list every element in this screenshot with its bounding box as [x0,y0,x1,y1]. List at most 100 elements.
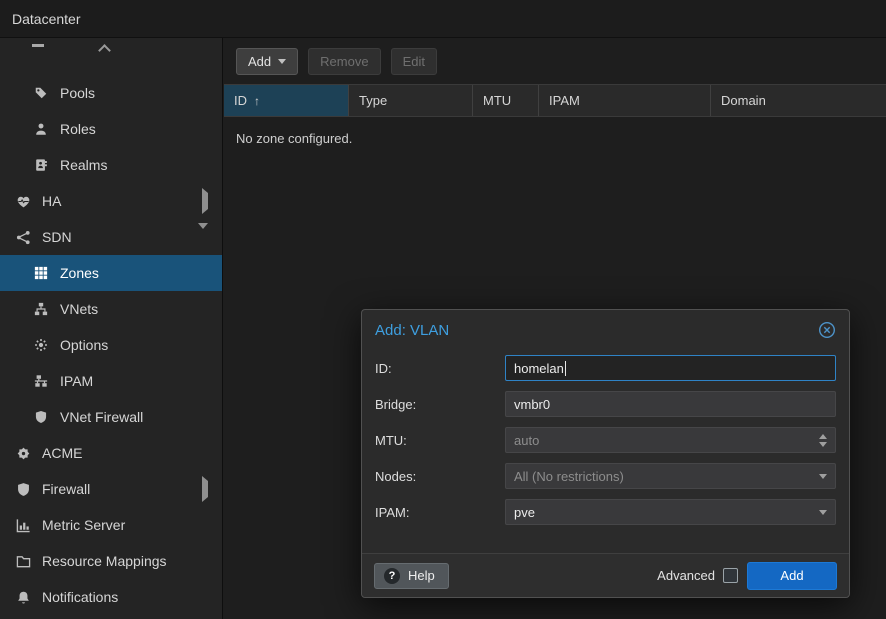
sidebar-item-ipam[interactable]: IPAM [0,363,222,399]
sidebar-item-label: Resource Mappings [42,553,167,569]
sidebar-item-label: Roles [60,121,96,137]
empty-table-message: No zone configured. [224,117,886,160]
column-header-ipam[interactable]: IPAM [539,85,711,116]
dialog-footer: ? Help Advanced Add [362,553,849,597]
sidebar-item-roles[interactable]: Roles [0,111,222,147]
sidebar-item-label: Firewall [42,481,90,497]
sidebar-item-label: Options [60,337,108,353]
folder-icon [14,554,32,569]
edit-button[interactable]: Edit [391,48,437,75]
mtu-label: MTU: [375,433,505,448]
sidebar-item-label: Pools [60,85,95,101]
shield-icon [14,482,32,497]
sidebar-item-zones[interactable]: Zones [0,255,222,291]
sidebar-item-resource-mappings[interactable]: Resource Mappings [0,543,222,579]
sidebar-item-label: VNet Firewall [60,409,143,425]
nodes-value: All (No restrictions) [514,469,624,484]
add-button-label: Add [248,54,271,69]
sidebar: Pools Roles Realms HA SDN [0,38,223,619]
close-button[interactable] [818,321,836,339]
column-header-mtu[interactable]: MTU [473,85,539,116]
column-header-id[interactable]: ID ↑ [224,85,349,116]
dialog-add-button[interactable]: Add [747,562,837,590]
form-row-nodes: Nodes: All (No restrictions) [375,463,836,489]
sidebar-item-partial[interactable] [0,38,222,75]
column-label: Domain [721,93,766,108]
sidebar-item-label: IPAM [60,373,93,389]
nodes-select[interactable]: All (No restrictions) [505,463,836,489]
zones-toolbar: Add Remove Edit [224,38,886,84]
bridge-input[interactable]: vmbr0 [505,391,836,417]
sidebar-item-options[interactable]: Options [0,327,222,363]
shield-icon [32,410,50,424]
sidebar-item-label: Metric Server [42,517,125,533]
dropdown-chevron-icon [811,510,827,515]
remove-button[interactable]: Remove [308,48,380,75]
id-input[interactable]: homelan [505,355,836,381]
heartbeat-icon [14,194,32,209]
spinner-buttons[interactable] [811,434,827,447]
network-wired-icon [32,374,50,388]
nodes-label: Nodes: [375,469,505,484]
grid-icon [32,266,50,280]
dialog-title: Add: VLAN [375,322,449,339]
sidebar-item-sdn[interactable]: SDN [0,219,222,255]
ipam-select[interactable]: pve [505,499,836,525]
bridge-label: Bridge: [375,397,505,412]
dropdown-chevron-icon [811,474,827,479]
add-button[interactable]: Add [236,48,298,75]
text-cursor [565,361,566,376]
user-icon [32,122,50,136]
mtu-spinner[interactable]: auto [505,427,836,453]
sidebar-item-label: VNets [60,301,98,317]
close-icon [818,321,836,339]
help-button-label: Help [408,568,435,583]
chevron-up-icon [98,44,111,57]
form-row-mtu: MTU: auto [375,427,836,453]
page-title: Datacenter [12,11,80,27]
mtu-value: auto [514,433,539,448]
certificate-icon [14,446,32,461]
sidebar-item-firewall[interactable]: Firewall [0,471,222,507]
column-label: Type [359,93,387,108]
help-button[interactable]: ? Help [374,563,449,589]
sidebar-item-label: Notifications [42,589,118,605]
bridge-value: vmbr0 [514,397,550,412]
sidebar-item-realms[interactable]: Realms [0,147,222,183]
bar-chart-icon [14,518,32,533]
sidebar-item-label: Zones [60,265,99,281]
dialog-header[interactable]: Add: VLAN [362,310,849,345]
gear-icon [32,338,50,352]
ipam-label: IPAM: [375,505,505,520]
question-icon: ? [384,568,400,584]
sidebar-item-pools[interactable]: Pools [0,75,222,111]
sidebar-item-acme[interactable]: ACME [0,435,222,471]
column-header-type[interactable]: Type [349,85,473,116]
sidebar-item-notifications[interactable]: Notifications [0,579,222,615]
proxmox-datacenter-view: Datacenter Pools Roles Realms [0,0,886,619]
remove-button-label: Remove [320,54,368,69]
address-book-icon [32,158,50,172]
chevron-right-icon[interactable] [202,481,208,497]
id-label: ID: [375,361,505,376]
sidebar-item-label: Realms [60,157,107,173]
sidebar-item-vnet-firewall[interactable]: VNet Firewall [0,399,222,435]
sidebar-item-metric-server[interactable]: Metric Server [0,507,222,543]
sidebar-item-label: SDN [42,229,72,245]
sidebar-item-vnets[interactable]: VNets [0,291,222,327]
form-row-bridge: Bridge: vmbr0 [375,391,836,417]
column-label: ID [234,93,247,108]
column-label: MTU [483,93,511,108]
sidebar-item-ha[interactable]: HA [0,183,222,219]
form-row-ipam: IPAM: pve [375,499,836,525]
advanced-checkbox[interactable] [723,568,738,583]
tags-icon [32,86,50,100]
advanced-label: Advanced [657,568,715,583]
spinner-down-icon [819,442,827,447]
chevron-right-icon[interactable] [202,193,208,209]
spinner-up-icon [819,434,827,439]
chevron-down-icon[interactable] [198,229,208,245]
ipam-value: pve [514,505,535,520]
column-header-domain[interactable]: Domain [711,85,886,116]
top-bar: Datacenter [0,0,886,38]
